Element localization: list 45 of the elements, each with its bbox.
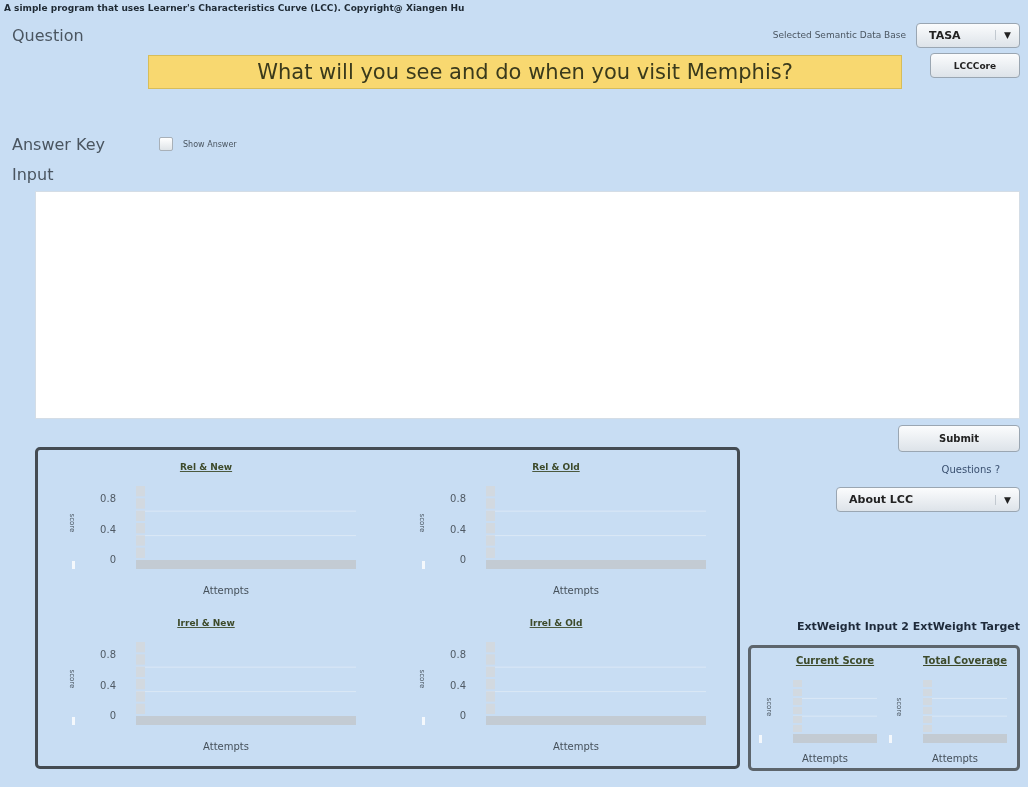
checkbox[interactable]	[159, 137, 174, 151]
axis-label: Attempts	[553, 741, 599, 752]
chart-title: Rel & New	[179, 462, 233, 472]
section-label: Input	[11, 164, 55, 186]
tick-label: 0	[109, 554, 116, 565]
axis-label: Attempts	[802, 753, 848, 764]
scroll-marker	[759, 735, 762, 743]
caption: A simple program that uses Learner's Characteristics Curve (LCC). Copyright@ Xiangen Hu	[3, 2, 466, 15]
submit-button[interactable]: Submit	[898, 425, 1020, 452]
axis-label: Attempts	[203, 585, 249, 596]
checkbox-label: Show Answer	[183, 139, 237, 149]
tick-label: 0.4	[100, 679, 116, 691]
core-button[interactable]: LCCCore	[930, 53, 1020, 78]
question-banner: What will you see and do when you visit Memphis?	[148, 55, 902, 89]
dropdown[interactable]: TASA ▼	[916, 22, 1020, 48]
section-label: Answer Key	[12, 134, 106, 154]
tick-label: 0.4	[450, 523, 466, 535]
field-label: Selected Semantic Data Base	[772, 30, 906, 40]
tick-label: 0.8	[100, 493, 116, 505]
tick-label: 0.4	[450, 679, 466, 691]
chart-title: Rel & Old	[532, 462, 580, 472]
tick-label: 0.4	[100, 523, 116, 535]
tick-label: 0.8	[450, 493, 466, 505]
axis-label: Attempts	[203, 741, 249, 752]
tick-label: 0	[459, 554, 466, 565]
chart-title: Irrel & Old	[529, 618, 583, 628]
tick-label: 0.8	[450, 649, 466, 661]
dropdown[interactable]: About LCC ▼	[836, 487, 1020, 512]
scroll-marker	[72, 561, 75, 569]
scroll-marker	[889, 735, 892, 743]
input-field[interactable]	[35, 191, 1020, 419]
axis-label: Attempts	[932, 753, 978, 764]
tick-label: 0	[109, 710, 116, 721]
chart-title: Irrel & New	[177, 618, 235, 628]
section-label: ExtWeight Input 2 ExtWeight Target	[797, 620, 1020, 633]
tick-label: 0	[459, 710, 466, 721]
section-label: Question	[12, 25, 84, 45]
scroll-marker	[422, 561, 425, 569]
axis-label: Attempts	[553, 585, 599, 596]
chart-title: Current Score	[795, 655, 875, 666]
chart-title: Total Coverage	[923, 655, 1007, 666]
field-label: Questions ?	[941, 464, 1000, 475]
scroll-marker	[422, 717, 425, 725]
tick-label: 0.8	[100, 649, 116, 661]
scroll-marker	[72, 717, 75, 725]
